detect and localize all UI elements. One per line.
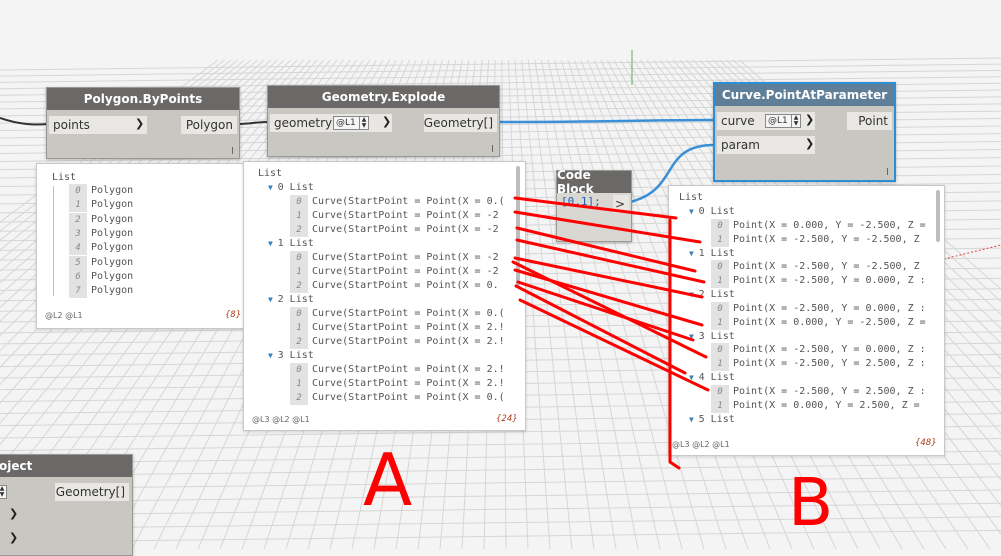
dynamo-canvas[interactable]: Polygon.ByPoints points ❯ Polygon List 0… (0, 0, 1001, 556)
annotation-label-b: B (788, 464, 833, 541)
annotation-label-a: A (363, 438, 412, 522)
red-annotations: A B (363, 196, 833, 541)
